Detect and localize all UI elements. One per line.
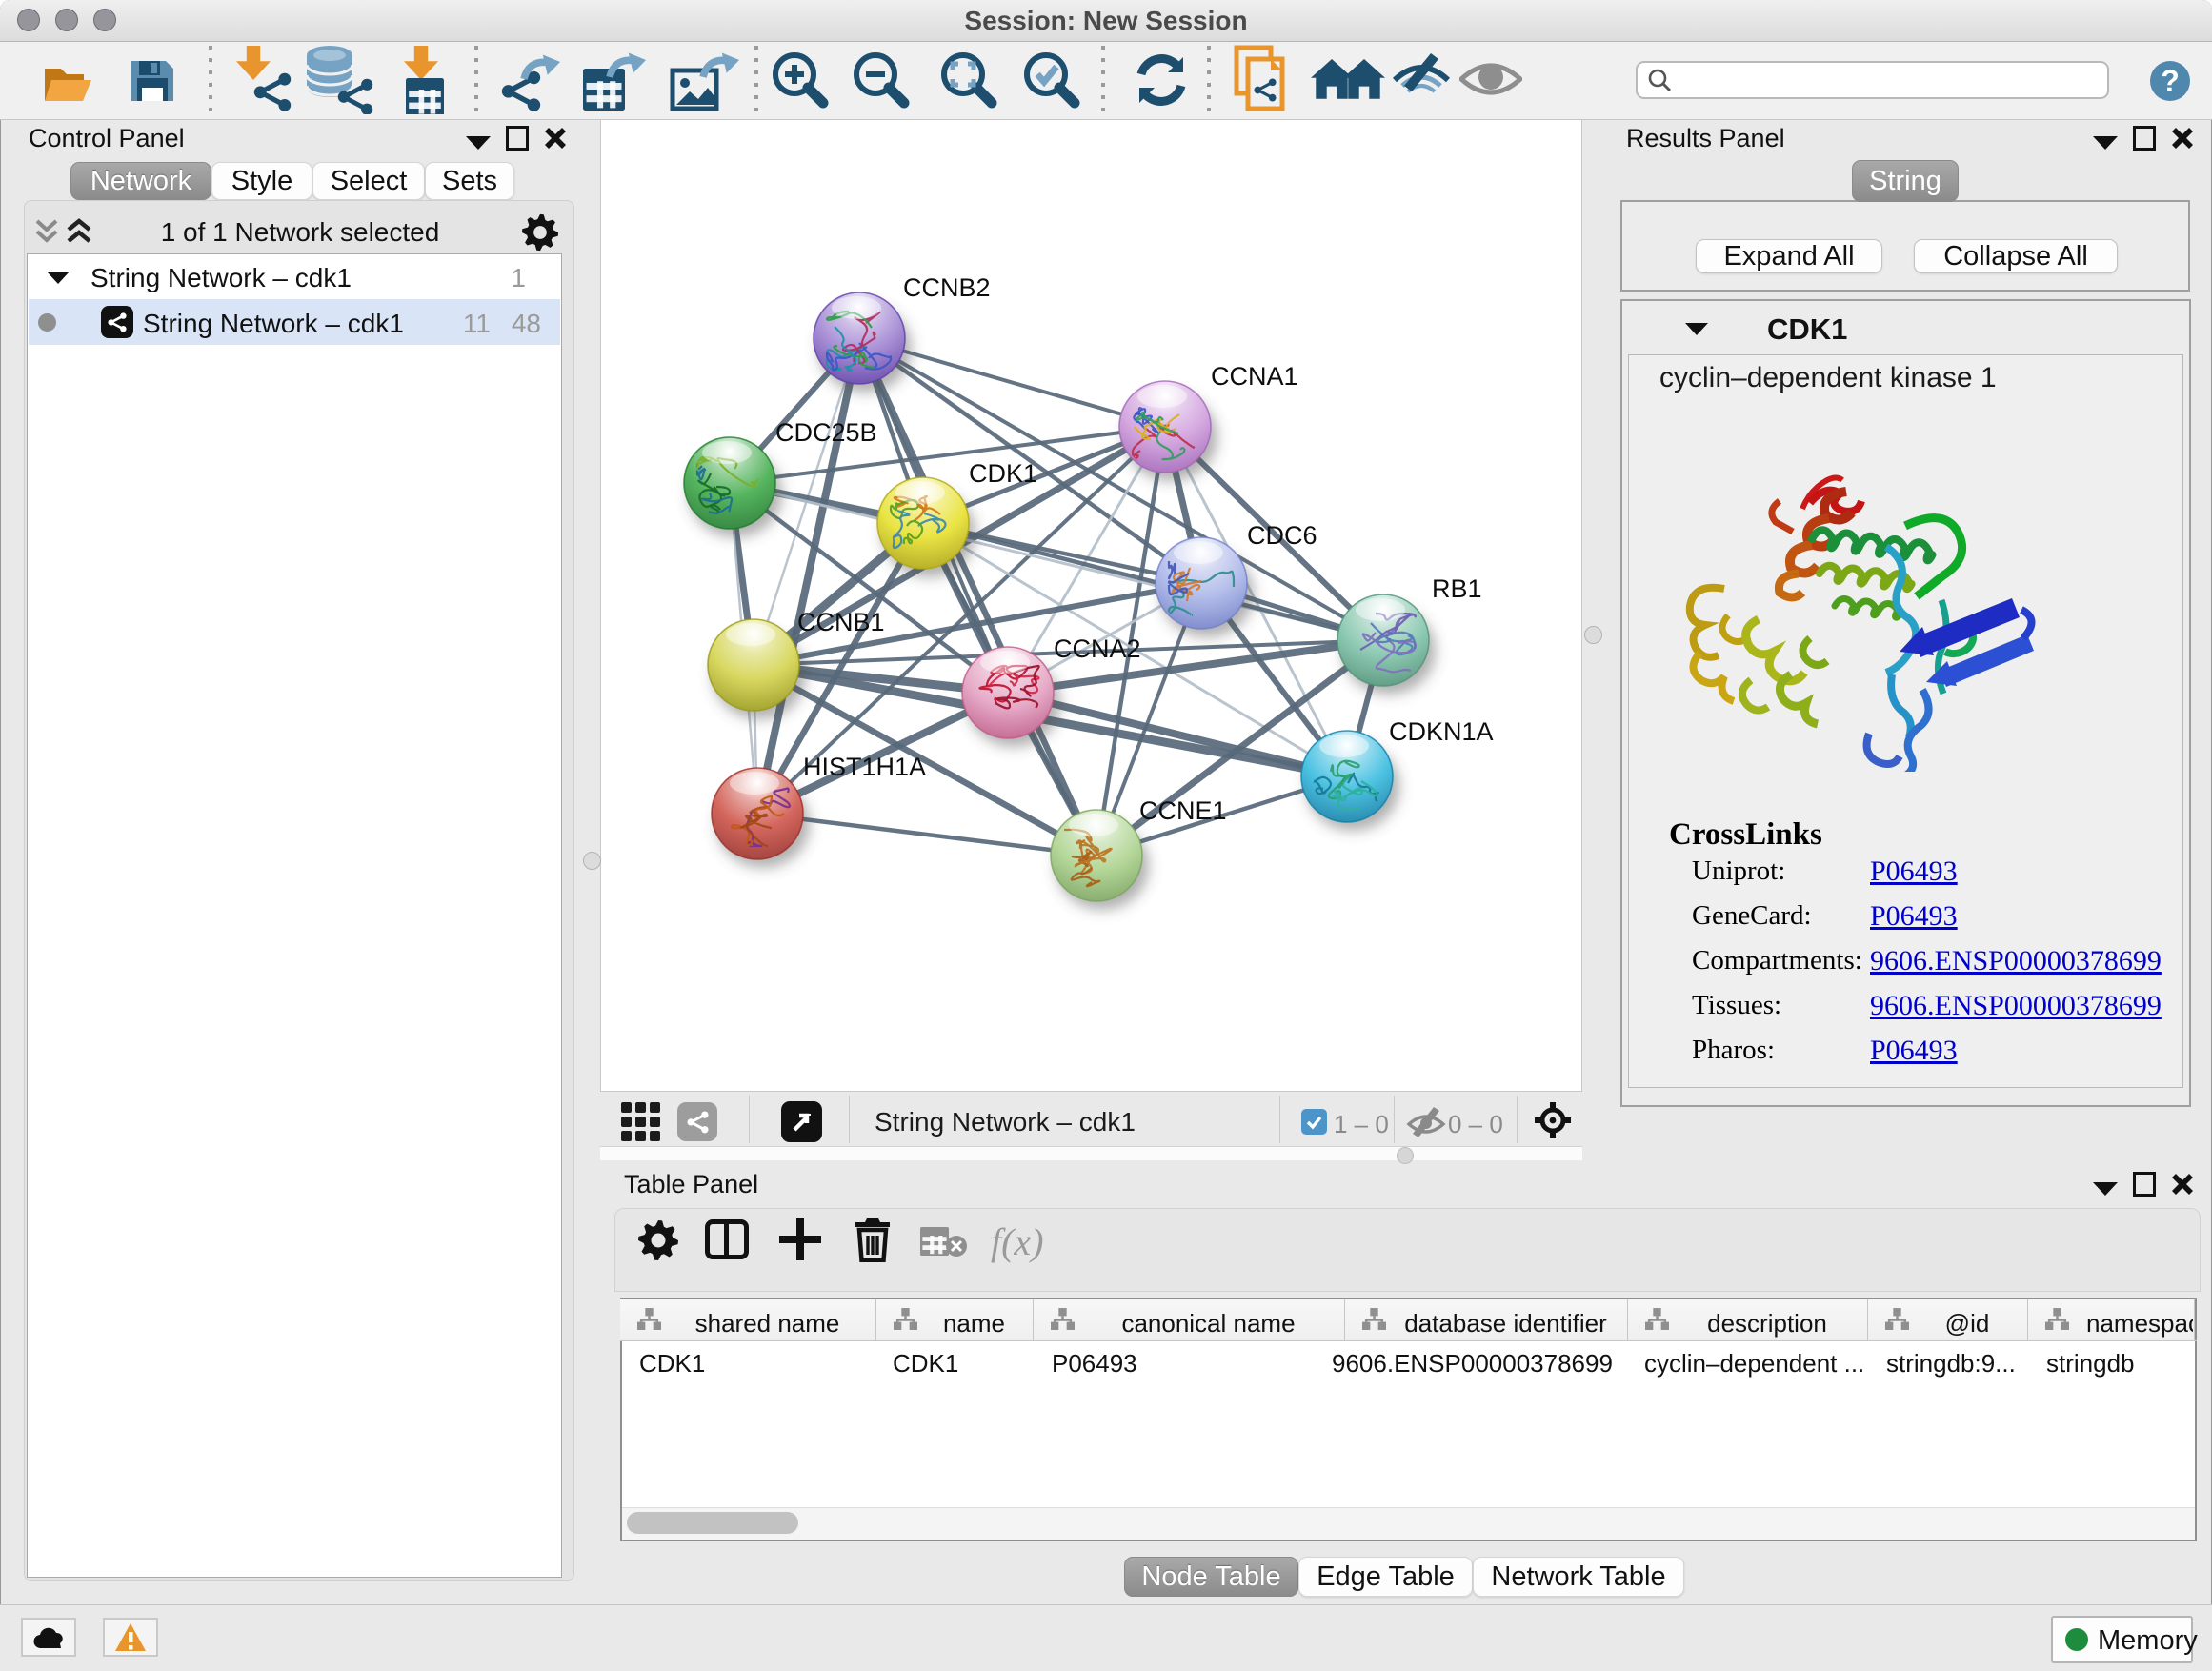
- svg-text:HIST1H1A: HIST1H1A: [803, 753, 926, 781]
- svg-text:CDC6: CDC6: [1247, 521, 1317, 550]
- svg-text:CCNE1: CCNE1: [1139, 796, 1227, 825]
- svg-text:CCNA1: CCNA1: [1211, 362, 1298, 391]
- svg-text:CDKN1A: CDKN1A: [1389, 717, 1494, 746]
- svg-text:CDC25B: CDC25B: [775, 418, 877, 447]
- svg-text:RB1: RB1: [1432, 574, 1482, 603]
- svg-text:CCNA2: CCNA2: [1054, 634, 1141, 663]
- svg-text:CCNB1: CCNB1: [797, 608, 885, 636]
- svg-text:CDK1: CDK1: [969, 459, 1037, 488]
- svg-text:CCNB2: CCNB2: [903, 273, 991, 302]
